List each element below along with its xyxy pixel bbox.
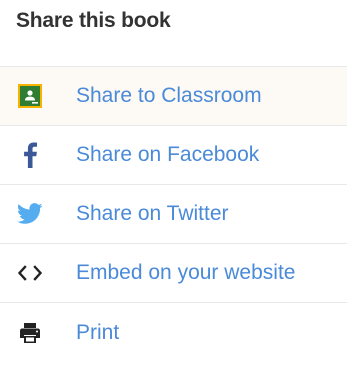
printer-icon [17,320,43,346]
share-classroom-item[interactable]: Share to Classroom [0,67,347,126]
share-facebook-item[interactable]: Share on Facebook [0,126,347,185]
twitter-icon [17,201,43,227]
embed-website-item[interactable]: Embed on your website [0,244,347,303]
facebook-icon [17,142,43,168]
share-facebook-label: Share on Facebook [76,143,260,166]
google-classroom-icon [17,83,43,109]
share-panel: Share this book Share to Classroom Share… [0,0,347,368]
embed-website-label: Embed on your website [76,261,296,284]
code-embed-icon [17,260,43,286]
print-item[interactable]: Print [0,303,347,362]
share-twitter-item[interactable]: Share on Twitter [0,185,347,244]
panel-title: Share this book [16,9,171,32]
share-menu: Share to Classroom Share on Facebook Sha… [0,66,347,362]
share-twitter-label: Share on Twitter [76,202,229,225]
print-label: Print [76,320,120,344]
share-classroom-label: Share to Classroom [76,84,262,107]
